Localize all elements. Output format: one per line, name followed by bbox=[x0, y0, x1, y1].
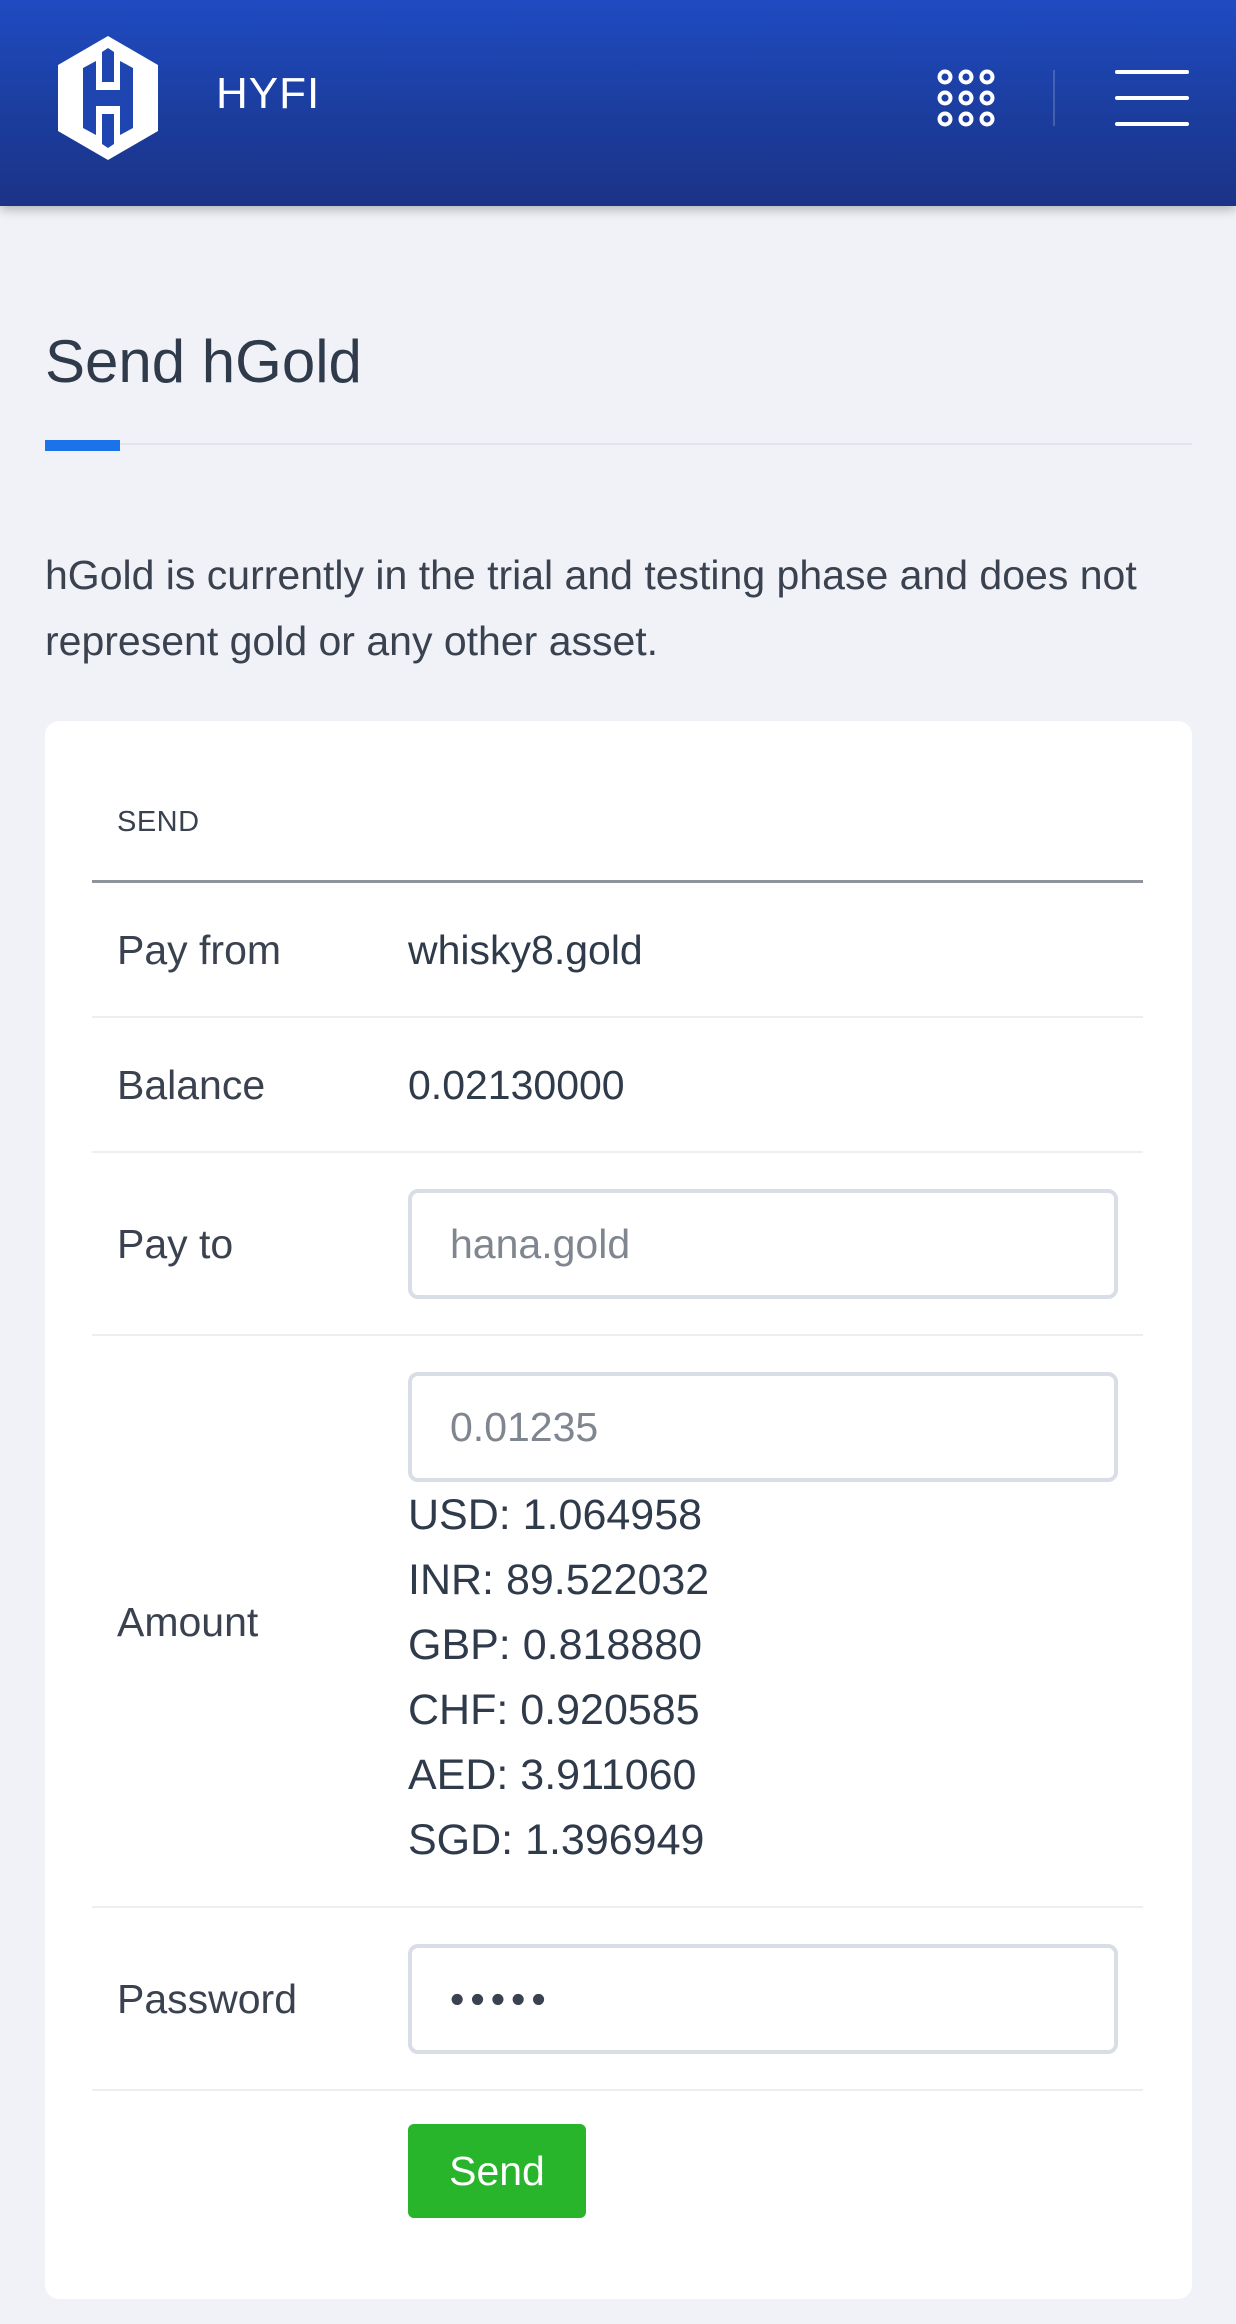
row-divider bbox=[92, 2089, 1143, 2091]
pay-to-label: Pay to bbox=[117, 1221, 234, 1267]
send-button[interactable]: Send bbox=[408, 2124, 586, 2218]
conversion-usd: USD: 1.064958 bbox=[408, 1491, 703, 1539]
card-heading-divider bbox=[92, 880, 1143, 883]
row-divider bbox=[92, 1334, 1143, 1336]
amount-input[interactable] bbox=[408, 1372, 1118, 1482]
apps-grid-icon[interactable] bbox=[936, 68, 996, 128]
row-divider bbox=[92, 1016, 1143, 1018]
conversion-gbp: GBP: 0.818880 bbox=[408, 1621, 703, 1669]
brand-name[interactable]: HYFI bbox=[216, 68, 320, 120]
currency-conversion-list: USD: 1.064958 INR: 89.522032 GBP: 0.8188… bbox=[408, 1483, 709, 1873]
hyfi-logo-icon[interactable] bbox=[58, 36, 158, 160]
conversion-chf: CHF: 0.920585 bbox=[408, 1686, 700, 1734]
balance-label: Balance bbox=[117, 1062, 266, 1108]
app-header: HYFI bbox=[0, 0, 1236, 206]
conversion-inr: INR: 89.522032 bbox=[408, 1556, 710, 1604]
password-label: Password bbox=[117, 1976, 298, 2022]
conversion-sgd: SGD: 1.396949 bbox=[408, 1816, 705, 1864]
pay-from-label: Pay from bbox=[117, 927, 282, 973]
row-divider bbox=[92, 1151, 1143, 1153]
header-divider bbox=[1053, 70, 1055, 126]
conversion-aed: AED: 3.911060 bbox=[408, 1751, 697, 1799]
pay-from-value: whisky8.gold bbox=[408, 927, 643, 973]
hamburger-menu-icon[interactable] bbox=[1115, 68, 1189, 128]
page-title: Send hGold bbox=[45, 328, 362, 395]
title-accent-bar bbox=[45, 440, 120, 451]
card-heading: SEND bbox=[117, 806, 200, 838]
title-divider bbox=[45, 443, 1192, 445]
balance-value: 0.02130000 bbox=[408, 1062, 625, 1108]
row-divider bbox=[92, 1906, 1143, 1908]
amount-label: Amount bbox=[117, 1599, 259, 1645]
pay-to-input[interactable] bbox=[408, 1189, 1118, 1299]
trial-notice: hGold is currently in the trial and test… bbox=[45, 552, 1137, 664]
password-input[interactable] bbox=[408, 1944, 1118, 2054]
